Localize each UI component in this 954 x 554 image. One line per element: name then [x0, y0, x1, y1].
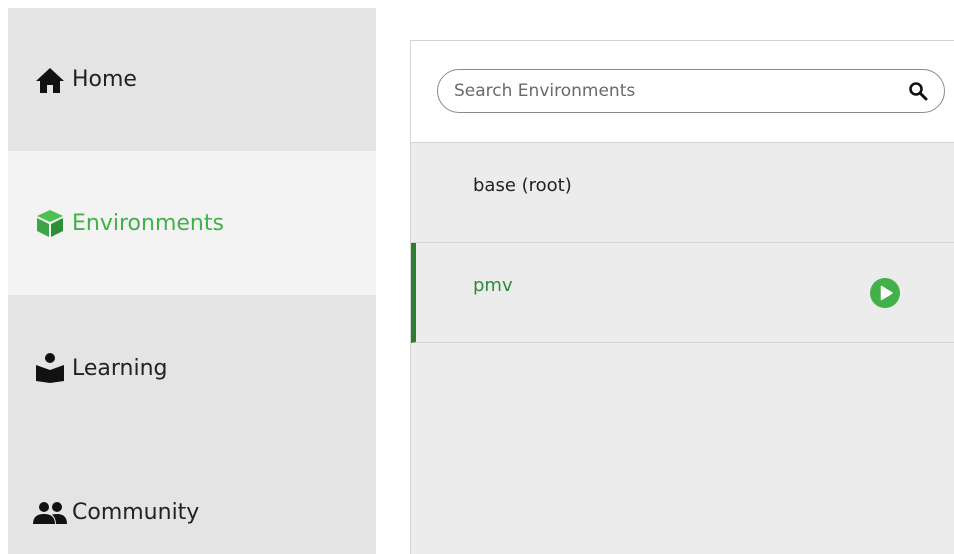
reader-icon	[32, 353, 68, 383]
sidebar-item-label: Environments	[72, 210, 224, 236]
environment-row-pmv[interactable]: pmv	[411, 243, 954, 343]
sidebar-item-label: Learning	[72, 355, 168, 381]
people-icon	[32, 498, 68, 528]
environment-row-base[interactable]: base (root)	[411, 143, 954, 243]
sidebar-item-learning[interactable]: Learning	[8, 295, 376, 441]
search-bar	[411, 41, 954, 143]
search-icon[interactable]	[896, 69, 940, 113]
environment-name: base (root)	[473, 175, 572, 196]
home-icon	[32, 65, 68, 95]
environments-panel: base (root) pmv	[410, 40, 954, 554]
cube-icon	[32, 208, 68, 238]
sidebar: Home Environments Learning Community	[8, 8, 376, 554]
sidebar-item-environments[interactable]: Environments	[8, 151, 376, 295]
play-icon[interactable]	[869, 277, 901, 309]
sidebar-item-community[interactable]: Community	[8, 441, 376, 554]
sidebar-item-label: Home	[72, 67, 137, 92]
sidebar-item-home[interactable]: Home	[8, 8, 376, 151]
search-box	[437, 69, 945, 113]
environment-name: pmv	[473, 275, 513, 296]
sidebar-item-label: Community	[72, 500, 200, 525]
app-window: Home Environments Learning Community Sea…	[0, 0, 954, 554]
search-input[interactable]	[438, 80, 896, 102]
